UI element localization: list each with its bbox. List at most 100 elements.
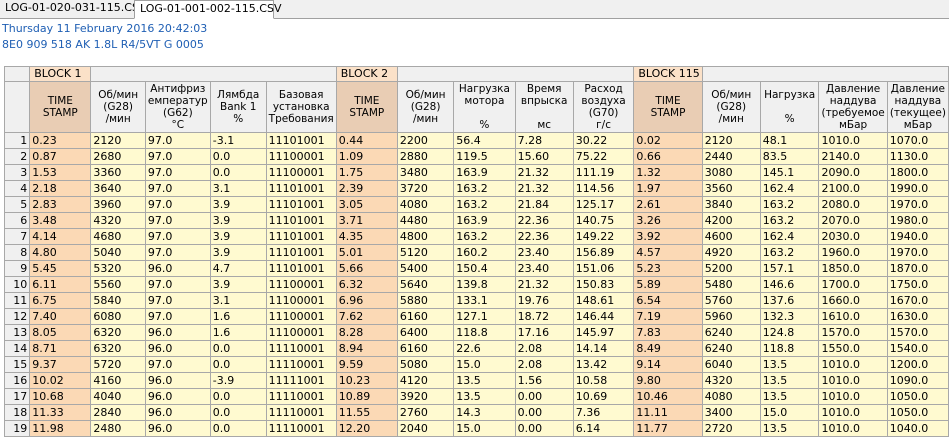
data-cell[interactable]: 1750.0 bbox=[886, 276, 949, 293]
log-data-grid[interactable]: BLOCK 1 BLOCK 2 BLOCK 115 TIME STAMP Об/ми… bbox=[3, 66, 949, 437]
timestamp-cell[interactable]: 10.23 bbox=[335, 372, 398, 389]
timestamp-cell[interactable]: 8.05 bbox=[29, 324, 92, 341]
column-header-timestamp[interactable]: TIME STAMP bbox=[335, 81, 398, 133]
timestamp-cell[interactable]: 5.23 bbox=[633, 260, 703, 277]
data-cell[interactable]: 14.14 bbox=[572, 340, 635, 357]
data-cell[interactable]: 2880 bbox=[396, 148, 455, 165]
data-cell[interactable]: 96.0 bbox=[144, 404, 211, 421]
data-cell[interactable]: 30.22 bbox=[572, 132, 635, 149]
timestamp-cell[interactable]: 11.77 bbox=[633, 420, 703, 437]
timestamp-cell[interactable]: 3.48 bbox=[29, 212, 92, 229]
data-cell[interactable]: 1660.0 bbox=[818, 292, 888, 309]
row-number[interactable]: 8 bbox=[3, 244, 31, 261]
column-header[interactable]: Расход воздуха (G70) г/с bbox=[572, 81, 635, 133]
data-cell[interactable]: 140.75 bbox=[572, 212, 635, 229]
timestamp-cell[interactable]: 6.75 bbox=[29, 292, 92, 309]
data-cell[interactable]: 3.1 bbox=[209, 292, 267, 309]
data-cell[interactable]: 11110001 bbox=[265, 404, 337, 421]
data-cell[interactable]: 2120 bbox=[90, 132, 146, 149]
data-cell[interactable]: 162.4 bbox=[759, 228, 820, 245]
table-row[interactable]: 1 0.23 2120 97.0 -3.1 11101001 0.44 2200 56.4 7.2… bbox=[3, 132, 949, 149]
data-cell[interactable]: 97.0 bbox=[144, 308, 211, 325]
data-cell[interactable]: 97.0 bbox=[144, 276, 211, 293]
data-cell[interactable]: 2720 bbox=[701, 420, 761, 437]
data-cell[interactable]: 133.1 bbox=[453, 292, 516, 309]
data-cell[interactable]: 5320 bbox=[90, 260, 146, 277]
data-cell[interactable]: 1010.0 bbox=[818, 372, 888, 389]
data-cell[interactable]: 111.19 bbox=[572, 164, 635, 181]
data-cell[interactable]: 2480 bbox=[90, 420, 146, 437]
timestamp-cell[interactable]: 9.14 bbox=[633, 356, 703, 373]
column-header[interactable]: Время впрыска мс bbox=[514, 81, 574, 133]
data-cell[interactable]: 3480 bbox=[396, 164, 455, 181]
table-row[interactable]: 5 2.83 3960 97.0 3.9 11101001 3.05 4080 163.2 21.… bbox=[3, 196, 949, 213]
data-cell[interactable]: 97.0 bbox=[144, 244, 211, 261]
data-cell[interactable]: 119.5 bbox=[453, 148, 516, 165]
data-cell[interactable]: 96.0 bbox=[144, 388, 211, 405]
timestamp-cell[interactable]: 0.02 bbox=[633, 132, 703, 149]
data-cell[interactable]: 48.1 bbox=[759, 132, 820, 149]
data-cell[interactable]: 3.9 bbox=[209, 196, 267, 213]
data-cell[interactable]: 0.0 bbox=[209, 164, 267, 181]
timestamp-cell[interactable]: 10.89 bbox=[335, 388, 398, 405]
timestamp-cell[interactable]: 12.20 bbox=[335, 420, 398, 437]
data-cell[interactable]: -3.1 bbox=[209, 132, 267, 149]
data-cell[interactable]: 11101001 bbox=[265, 196, 337, 213]
data-cell[interactable]: 145.1 bbox=[759, 164, 820, 181]
data-cell[interactable]: 5760 bbox=[701, 292, 761, 309]
timestamp-cell[interactable]: 2.61 bbox=[633, 196, 703, 213]
data-cell[interactable]: 1010.0 bbox=[818, 420, 888, 437]
timestamp-cell[interactable]: 11.55 bbox=[335, 404, 398, 421]
row-number[interactable]: 16 bbox=[3, 372, 31, 389]
timestamp-cell[interactable]: 7.40 bbox=[29, 308, 92, 325]
data-cell[interactable]: 11100001 bbox=[265, 308, 337, 325]
data-cell[interactable]: 163.2 bbox=[453, 180, 516, 197]
timestamp-cell[interactable]: 11.33 bbox=[29, 404, 92, 421]
data-cell[interactable]: 151.06 bbox=[572, 260, 635, 277]
data-cell[interactable]: 96.0 bbox=[144, 372, 211, 389]
data-cell[interactable]: 11101001 bbox=[265, 212, 337, 229]
timestamp-cell[interactable]: 4.80 bbox=[29, 244, 92, 261]
column-header[interactable]: Лямбда Bank 1% bbox=[209, 81, 267, 133]
column-header[interactable]: Об/мин (G28)/мин bbox=[90, 81, 146, 133]
data-cell[interactable]: 11111001 bbox=[265, 372, 337, 389]
data-cell[interactable]: 125.17 bbox=[572, 196, 635, 213]
timestamp-cell[interactable]: 11.98 bbox=[29, 420, 92, 437]
column-header[interactable]: Об/мин (G28)/мин bbox=[396, 81, 455, 133]
data-cell[interactable]: 1040.0 bbox=[886, 420, 949, 437]
data-cell[interactable]: 1070.0 bbox=[886, 132, 949, 149]
timestamp-cell[interactable]: 7.83 bbox=[633, 324, 703, 341]
data-cell[interactable]: 21.32 bbox=[514, 276, 574, 293]
data-cell[interactable]: 137.6 bbox=[759, 292, 820, 309]
data-cell[interactable]: 1970.0 bbox=[886, 244, 949, 261]
data-cell[interactable]: 4.7 bbox=[209, 260, 267, 277]
data-cell[interactable]: 1800.0 bbox=[886, 164, 949, 181]
data-cell[interactable]: 2200 bbox=[396, 132, 455, 149]
timestamp-cell[interactable]: 4.35 bbox=[335, 228, 398, 245]
table-row[interactable]: 16 10.02 4160 96.0 -3.9 11111001 10.23 4120 13.5… bbox=[3, 372, 949, 389]
data-cell[interactable]: 5400 bbox=[396, 260, 455, 277]
data-cell[interactable]: 6240 bbox=[701, 324, 761, 341]
timestamp-cell[interactable]: 1.75 bbox=[335, 164, 398, 181]
data-cell[interactable]: 163.2 bbox=[453, 196, 516, 213]
data-cell[interactable]: 139.8 bbox=[453, 276, 516, 293]
data-cell[interactable]: 11110001 bbox=[265, 388, 337, 405]
data-cell[interactable]: 17.16 bbox=[514, 324, 574, 341]
data-cell[interactable]: 3080 bbox=[701, 164, 761, 181]
row-number[interactable]: 3 bbox=[3, 164, 31, 181]
data-cell[interactable]: 2140.0 bbox=[818, 148, 888, 165]
column-header-timestamp[interactable]: TIME STAMP bbox=[633, 81, 703, 133]
data-cell[interactable]: 15.0 bbox=[759, 404, 820, 421]
table-row[interactable]: 12 7.40 6080 97.0 1.6 11100001 7.62 6160 127.1 18… bbox=[3, 308, 949, 325]
row-number[interactable]: 4 bbox=[3, 180, 31, 197]
timestamp-cell[interactable]: 4.14 bbox=[29, 228, 92, 245]
data-cell[interactable]: 0.0 bbox=[209, 148, 267, 165]
timestamp-cell[interactable]: 10.02 bbox=[29, 372, 92, 389]
data-cell[interactable]: 4160 bbox=[90, 372, 146, 389]
data-cell[interactable]: 1970.0 bbox=[886, 196, 949, 213]
data-cell[interactable]: 114.56 bbox=[572, 180, 635, 197]
timestamp-cell[interactable]: 7.62 bbox=[335, 308, 398, 325]
column-header[interactable]: Нагрузка % bbox=[759, 81, 820, 133]
data-cell[interactable]: 6040 bbox=[701, 356, 761, 373]
data-cell[interactable]: 96.0 bbox=[144, 260, 211, 277]
